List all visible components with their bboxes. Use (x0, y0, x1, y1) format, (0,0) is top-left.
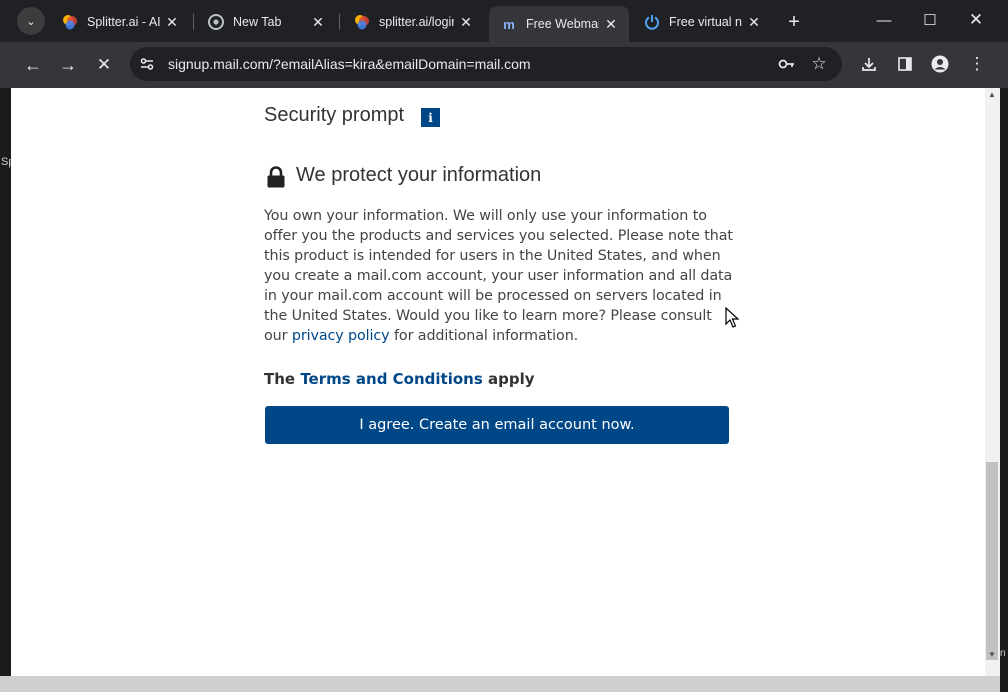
protect-info-heading: We protect your information (296, 164, 542, 186)
forward-arrow-icon[interactable]: → (53, 50, 83, 80)
tab-title: Free Webmail (526, 17, 599, 31)
chrome-icon (208, 14, 224, 30)
close-icon[interactable]: ✕ (164, 14, 180, 30)
background-window-edge-right (1000, 88, 1008, 692)
paragraph-text: You own your information. We will only u… (264, 208, 733, 344)
privacy-paragraph: You own your information. We will only u… (264, 206, 734, 346)
tab-title: Free virtual num (669, 15, 742, 29)
terms-prefix: The (264, 370, 301, 388)
tab-free-virtual-number[interactable]: Free virtual num ✕ (632, 6, 772, 38)
tab-title: Splitter.ai - AI (87, 15, 160, 29)
site-settings-icon[interactable] (137, 54, 157, 74)
tab-separator (193, 14, 194, 30)
close-icon[interactable]: ✕ (458, 14, 474, 30)
close-icon[interactable]: ✕ (310, 14, 326, 30)
terms-suffix: apply (482, 370, 535, 388)
tab-title: New Tab (233, 15, 282, 29)
maximize-icon[interactable]: ☐ (908, 6, 952, 34)
scroll-down-arrow-icon[interactable]: ▼ (986, 650, 998, 662)
scrollbar-thumb[interactable] (986, 462, 998, 660)
download-icon[interactable] (859, 54, 879, 74)
scroll-up-arrow-icon[interactable]: ▲ (986, 90, 998, 102)
tab-free-webmail[interactable]: m Free Webmail ✕ (489, 6, 629, 42)
url-text[interactable]: signup.mail.com/?emailAlias=kira&emailDo… (168, 56, 531, 72)
background-window-edge (0, 88, 11, 692)
splitter-icon (354, 14, 370, 30)
side-panel-icon[interactable] (895, 54, 915, 74)
minimize-icon[interactable]: — (862, 6, 906, 34)
password-key-icon[interactable] (777, 54, 797, 74)
new-tab-plus-icon[interactable]: + (782, 10, 806, 34)
info-icon[interactable]: i (421, 108, 440, 127)
tab-search-dropdown-icon[interactable]: ⌄ (17, 7, 45, 35)
stop-loading-icon[interactable]: ✕ (89, 50, 119, 80)
tab-splitter-login[interactable]: splitter.ai/login ✕ (342, 6, 484, 38)
bookmark-star-icon[interactable]: ☆ (809, 54, 829, 74)
close-icon[interactable]: ✕ (746, 14, 762, 30)
tab-new-tab[interactable]: New Tab ✕ (196, 6, 336, 38)
privacy-policy-link[interactable]: privacy policy (292, 328, 390, 344)
tab-title: splitter.ai/login (379, 15, 454, 29)
power-icon (644, 14, 660, 30)
bottom-bar (0, 676, 1000, 692)
tab-splitter-ai[interactable]: Splitter.ai - AI ✕ (50, 6, 190, 38)
security-prompt-heading: Security prompt (264, 104, 405, 126)
tab-separator (339, 14, 340, 30)
background-window-text-right: n (1000, 648, 1006, 659)
terms-and-conditions-link[interactable]: Terms and Conditions (300, 370, 482, 388)
mailcom-icon: m (503, 16, 515, 32)
menu-kebab-icon[interactable]: ⋮ (967, 54, 987, 74)
splitter-icon (62, 14, 78, 30)
lock-icon (266, 166, 286, 188)
close-icon[interactable]: ✕ (603, 16, 619, 32)
close-window-icon[interactable]: ✕ (954, 6, 998, 34)
agree-create-account-button[interactable]: I agree. Create an email account now. (265, 406, 729, 444)
back-arrow-icon[interactable]: ← (18, 50, 48, 80)
paragraph-text-end: for additional information. (389, 328, 579, 344)
mouse-cursor-icon (725, 306, 740, 329)
profile-avatar-icon[interactable] (930, 54, 950, 74)
terms-line: The Terms and Conditions apply (264, 370, 535, 388)
